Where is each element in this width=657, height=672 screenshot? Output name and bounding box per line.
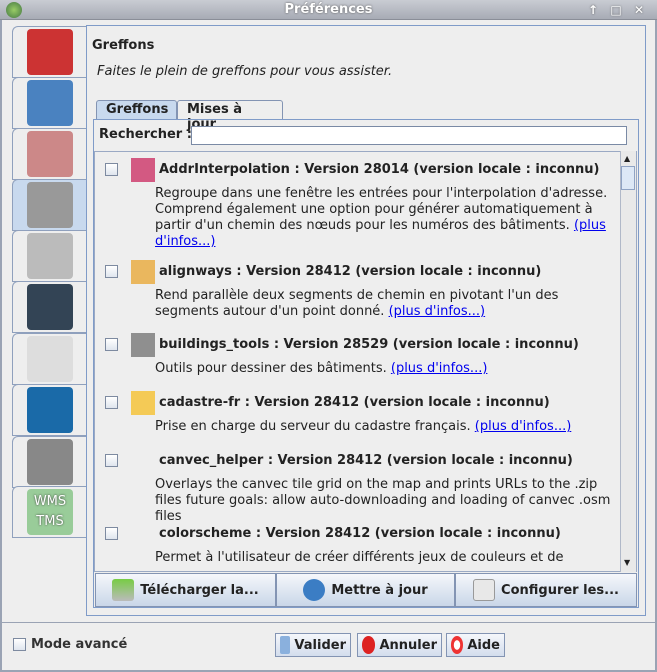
page-subtitle: Faites le plein de greffons pour vous as… (97, 64, 393, 79)
advanced-mode-label: Mode avancé (31, 637, 128, 652)
plugin-title: cadastre-fr : Version 28412 (version loc… (159, 395, 550, 410)
remote-control-preferences-icon (27, 439, 73, 485)
display-preferences-icon (27, 29, 73, 75)
sidebar-tab-audio-preferences[interactable] (12, 281, 87, 333)
plugin-description-text: Outils pour dessiner des bâtiments. (155, 361, 387, 376)
more-info-link[interactable]: (plus d'infos...) (475, 419, 572, 434)
close-icon[interactable]: ✕ (632, 3, 646, 17)
sidebar-tab-remote-control-preferences[interactable] (12, 436, 87, 488)
download-label: Télécharger la... (140, 582, 259, 598)
plugin-preferences-icon (27, 182, 73, 228)
plugin-icon (131, 333, 155, 357)
cancel-label: Annuler (379, 637, 437, 653)
plugin-description-text: Regroupe dans une fenêtre les entrées po… (155, 186, 608, 233)
divider (0, 622, 657, 624)
plugin-checkbox[interactable] (105, 163, 118, 176)
plugin-description-text: Permet à l'utilisateur de créer différen… (155, 550, 564, 565)
plugin-title: colorscheme : Version 28412 (version loc… (159, 526, 561, 541)
sidebar-tab-validator-preferences[interactable] (12, 384, 87, 436)
plugin-description: Prise en charge du serveur du cadastre f… (155, 419, 625, 435)
plugin-checkbox[interactable] (105, 527, 118, 540)
projection-preferences-icon (27, 131, 73, 177)
plugin-checkbox[interactable] (105, 396, 118, 409)
ok-label: Valider (294, 637, 346, 653)
configure-label: Configurer les... (501, 582, 619, 598)
advanced-mode-checkbox[interactable] (13, 638, 26, 651)
help-label: Aide (467, 637, 500, 653)
plugin-description-text: Overlays the canvec tile grid on the map… (155, 477, 611, 524)
plugin-title: buildings_tools : Version 28529 (version… (159, 337, 579, 352)
window-title: Préférences (284, 2, 373, 17)
ok-button[interactable]: Valider (275, 633, 351, 657)
enter-arrow-icon (280, 636, 291, 654)
update-label: Mettre à jour (331, 582, 428, 598)
scroll-up-icon[interactable]: ▲ (624, 154, 630, 163)
more-info-link[interactable]: (plus d'infos...) (391, 361, 488, 376)
plugin-title: AddrInterpolation : Version 28014 (versi… (159, 162, 600, 177)
connection-preferences-icon (27, 80, 73, 126)
plugin-title: canvec_helper : Version 28412 (version l… (159, 453, 573, 468)
plugin-icon (131, 391, 155, 415)
plugin-description: Regroupe dans une fenêtre les entrées po… (155, 186, 625, 250)
update-button[interactable]: Mettre à jour (276, 573, 455, 607)
plugin-checkbox[interactable] (105, 338, 118, 351)
tab-greffons[interactable]: Greffons (96, 100, 177, 120)
plugin-title: alignways : Version 28412 (version local… (159, 264, 542, 279)
page-title: Greffons (92, 38, 155, 53)
imagery-preferences-icon: WMS TMS (27, 489, 73, 535)
lifebuoy-icon (451, 636, 464, 654)
search-input[interactable] (191, 126, 627, 145)
maximize-up-icon[interactable]: ↑ (586, 3, 600, 17)
restore-icon[interactable]: □ (609, 3, 623, 17)
plugin-description: Outils pour dessiner des bâtiments. (plu… (155, 361, 625, 377)
sidebar-tab-plugin-preferences[interactable] (12, 179, 87, 231)
cancel-button[interactable]: Annuler (357, 633, 442, 657)
sidebar-tab-shortcut-preferences[interactable] (12, 333, 87, 385)
plugin-checkbox[interactable] (105, 454, 118, 467)
shortcut-preferences-icon (27, 336, 73, 382)
audio-preferences-icon (27, 284, 73, 330)
scrollbar-thumb[interactable] (621, 166, 635, 190)
plugin-description: Rend parallèle deux segments de chemin e… (155, 288, 625, 320)
sidebar-tab-connection-preferences[interactable] (12, 77, 87, 129)
tab-mises-a-jour[interactable]: Mises à jour (177, 100, 283, 132)
plugin-description-text: Prise en charge du serveur du cadastre f… (155, 419, 471, 434)
plugin-description-text: Rend parallèle deux segments de chemin e… (155, 288, 559, 319)
plugin-description: Permet à l'utilisateur de créer différen… (155, 550, 625, 566)
refresh-icon (303, 579, 326, 601)
cancel-icon (362, 636, 376, 654)
help-button[interactable]: Aide (446, 633, 505, 657)
download-list-button[interactable]: Télécharger la... (95, 573, 276, 607)
download-icon (112, 579, 135, 601)
plugin-list: AddrInterpolation : Version 28014 (versi… (94, 151, 637, 572)
plugin-description: Overlays the canvec tile grid on the map… (155, 477, 625, 525)
validator-preferences-icon (27, 387, 73, 433)
sidebar-tab-projection-preferences[interactable] (12, 128, 87, 180)
plugin-icon (131, 260, 155, 284)
search-label: Rechercher : (99, 127, 192, 142)
plugin-icon (131, 158, 155, 182)
map-preferences-icon (27, 233, 73, 279)
sidebar-tab-display-preferences[interactable] (12, 26, 87, 78)
plugin-checkbox[interactable] (105, 265, 118, 278)
sidebar-tab-imagery-preferences[interactable]: WMS TMS (12, 486, 87, 538)
scroll-down-icon[interactable]: ▼ (624, 558, 630, 567)
scrollbar[interactable]: ▲ ▼ (620, 151, 636, 572)
more-info-link[interactable]: (plus d'infos...) (389, 304, 486, 319)
configure-icon (473, 579, 496, 601)
sidebar-tab-map-preferences[interactable] (12, 230, 87, 282)
configure-button[interactable]: Configurer les... (455, 573, 637, 607)
